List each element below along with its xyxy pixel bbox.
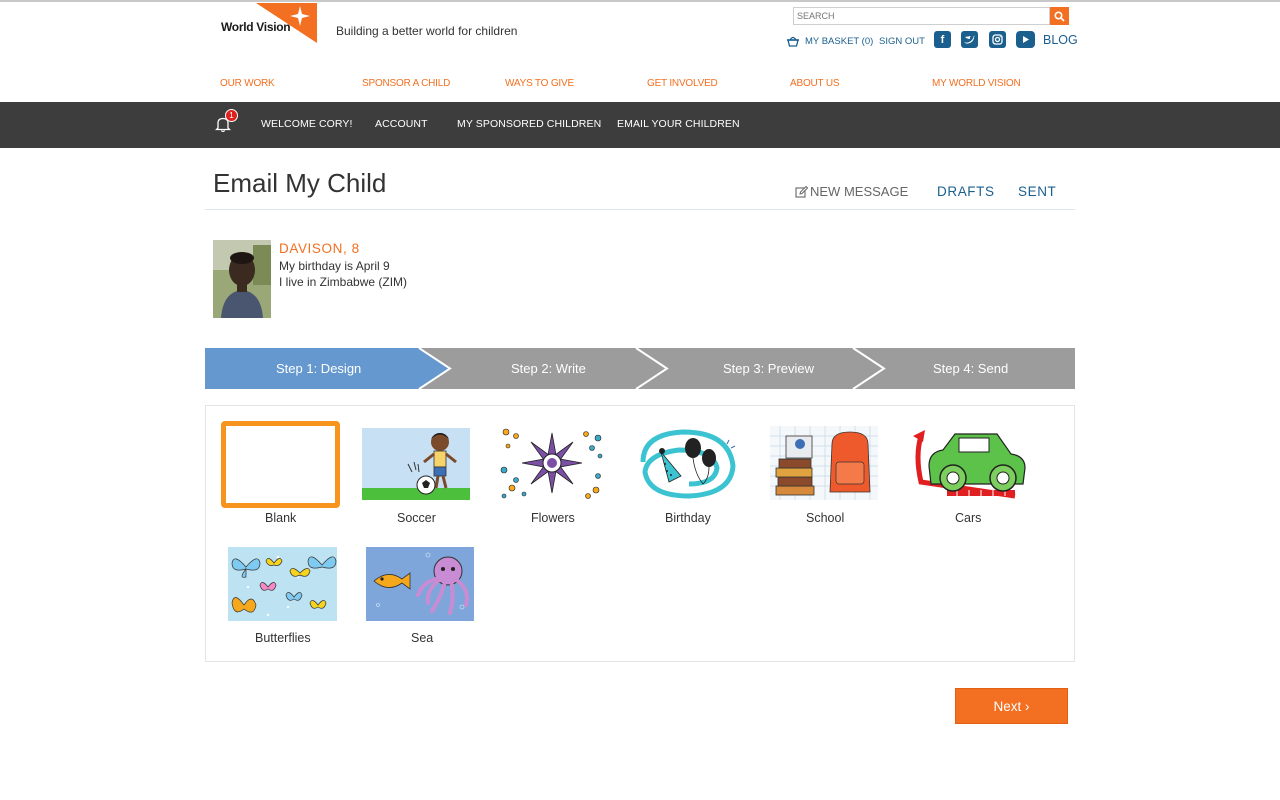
child-photo xyxy=(213,240,271,318)
nav-my-world-vision[interactable]: MY WORLD VISION xyxy=(932,78,1021,89)
title-divider xyxy=(205,209,1075,210)
nav-sponsor-a-child[interactable]: SPONSOR A CHILD xyxy=(362,78,450,89)
step-design[interactable]: Step 1: Design xyxy=(276,361,361,376)
drafts-tab[interactable]: DRAFTS xyxy=(937,184,995,199)
search-button[interactable] xyxy=(1050,7,1069,25)
facebook-icon[interactable]: f xyxy=(934,31,951,48)
nav-ways-to-give[interactable]: WAYS TO GIVE xyxy=(505,78,574,89)
nav-our-work[interactable]: OUR WORK xyxy=(220,78,275,89)
blog-link[interactable]: BLOG xyxy=(1043,33,1078,47)
butterflies-thumbnail xyxy=(228,547,337,621)
my-sponsored-children-link[interactable]: MY SPONSORED CHILDREN xyxy=(457,118,601,130)
design-label-blank: Blank xyxy=(265,511,297,525)
step-preview[interactable]: Step 3: Preview xyxy=(723,361,814,376)
compose-icon xyxy=(795,185,808,198)
next-button[interactable]: Next › xyxy=(955,688,1068,724)
design-label-school: School xyxy=(806,511,845,525)
logo-star-icon xyxy=(256,3,317,43)
my-basket-link[interactable]: MY BASKET (0) xyxy=(786,31,873,51)
search-input[interactable] xyxy=(793,7,1050,25)
step-write[interactable]: Step 2: Write xyxy=(511,361,586,376)
blank-thumbnail xyxy=(221,421,340,508)
design-label-cars: Cars xyxy=(955,511,982,525)
account-link[interactable]: ACCOUNT xyxy=(375,118,428,130)
birthday-thumbnail xyxy=(633,426,741,500)
search-icon xyxy=(1054,10,1065,22)
design-sea[interactable] xyxy=(366,547,474,621)
sign-out-link[interactable]: SIGN OUT xyxy=(879,31,925,51)
new-message-label: NEW MESSAGE xyxy=(810,184,909,199)
design-cars[interactable] xyxy=(907,426,1029,500)
world-vision-logo[interactable]: World Vision xyxy=(221,3,317,43)
design-school[interactable] xyxy=(770,426,878,500)
tagline: Building a better world for children xyxy=(336,24,518,38)
cars-thumbnail xyxy=(907,426,1029,500)
soccer-thumbnail xyxy=(362,428,470,500)
notification-badge: 1 xyxy=(225,109,238,122)
design-soccer[interactable] xyxy=(362,428,470,500)
school-thumbnail xyxy=(770,426,878,500)
top-border xyxy=(0,0,1280,2)
design-label-flowers: Flowers xyxy=(531,511,575,525)
design-label-birthday: Birthday xyxy=(665,511,711,525)
design-butterflies[interactable] xyxy=(228,547,337,621)
child-name: DAVISON, 8 xyxy=(279,241,360,256)
design-label-soccer: Soccer xyxy=(397,511,436,525)
nav-about-us[interactable]: ABOUT US xyxy=(790,78,840,89)
nav-get-involved[interactable]: GET INVOLVED xyxy=(647,78,718,89)
design-birthday[interactable] xyxy=(633,426,741,500)
email-your-children-link[interactable]: EMAIL YOUR CHILDREN xyxy=(617,118,740,130)
instagram-icon[interactable] xyxy=(989,31,1006,48)
page-title: Email My Child xyxy=(213,168,387,198)
sent-tab[interactable]: SENT xyxy=(1018,184,1056,199)
child-birthday: My birthday is April 9 xyxy=(279,259,390,273)
design-label-butterflies: Butterflies xyxy=(255,631,311,645)
flowers-thumbnail xyxy=(498,426,606,500)
step-send[interactable]: Step 4: Send xyxy=(933,361,1008,376)
welcome-link[interactable]: WELCOME CORY! xyxy=(261,118,353,130)
new-message-tab[interactable]: NEW MESSAGE xyxy=(795,184,908,199)
youtube-icon[interactable] xyxy=(1016,31,1035,48)
design-label-sea: Sea xyxy=(411,631,434,645)
sea-thumbnail xyxy=(366,547,474,621)
child-location: I live in Zimbabwe (ZIM) xyxy=(279,275,408,289)
basket-icon xyxy=(787,36,799,47)
design-flowers[interactable] xyxy=(498,426,606,500)
twitter-icon[interactable] xyxy=(961,31,978,48)
basket-label: MY BASKET (0) xyxy=(805,35,874,47)
